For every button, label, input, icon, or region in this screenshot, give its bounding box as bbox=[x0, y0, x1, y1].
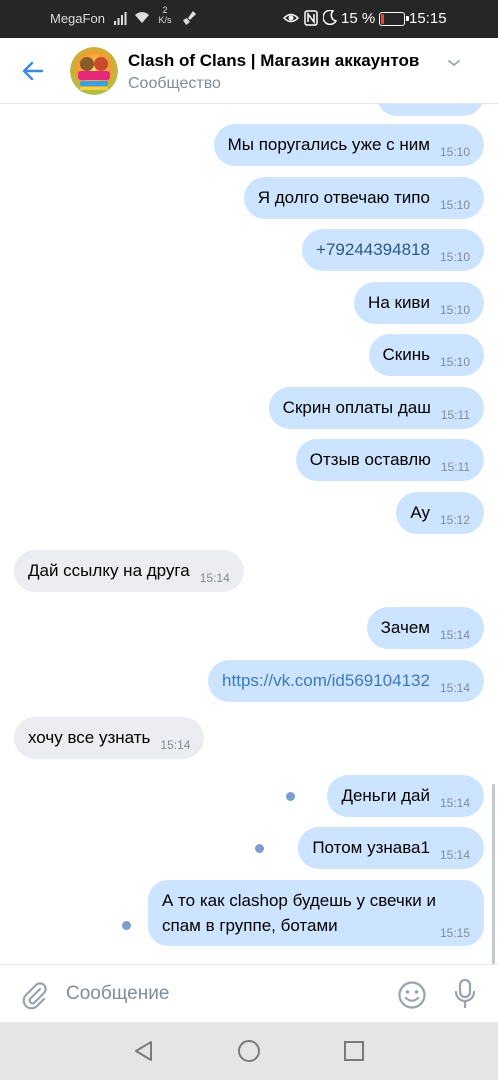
message-time: 15:15 bbox=[439, 926, 470, 940]
scrollbar[interactable] bbox=[492, 784, 495, 964]
message-bubble[interactable]: А то как clashop будешь у свечки и спам … bbox=[148, 880, 484, 946]
message-text: Потом узнава1 bbox=[312, 838, 430, 857]
message-time: 15:14 bbox=[439, 628, 470, 642]
message-time: 15:12 bbox=[439, 513, 470, 527]
message-bubble[interactable]: Скинь 15:10 bbox=[368, 334, 484, 376]
phone-link[interactable]: +79244394818 bbox=[316, 240, 430, 260]
battery-percent: 15 % bbox=[341, 10, 376, 27]
clash-logo-icon bbox=[70, 47, 118, 95]
message-text: Зачем bbox=[380, 618, 430, 637]
message-bubble[interactable]: Мы поругались уже с ним 15:10 bbox=[213, 124, 484, 166]
message-input[interactable] bbox=[66, 979, 376, 1009]
network-speed-unit: K/s bbox=[158, 15, 172, 25]
message-bubble-incoming[interactable]: Дай ссылку на друга 15:14 bbox=[14, 550, 244, 592]
network-speed-value: 2 bbox=[162, 5, 168, 15]
message-time: 15:11 bbox=[440, 408, 470, 422]
message-text-line1: А то как clashop будешь у свечки и bbox=[162, 891, 436, 910]
message-time: 15:14 bbox=[160, 738, 191, 752]
message-bubble[interactable]: Я долго отвечаю типо 15:10 bbox=[243, 177, 484, 219]
page-title[interactable]: Clash of Clans | Магазин аккаунтов bbox=[128, 51, 419, 71]
message-composer bbox=[0, 964, 498, 1022]
message-text: Отзыв оставлю bbox=[309, 450, 431, 469]
eye-icon bbox=[283, 13, 299, 23]
message-time: 15:10 bbox=[439, 145, 470, 159]
clock: 15:15 bbox=[409, 10, 447, 27]
wifi-icon bbox=[135, 12, 149, 23]
moon-icon bbox=[323, 10, 337, 25]
message-bubble-partial bbox=[376, 104, 484, 116]
unread-indicator bbox=[255, 844, 264, 853]
message-text: хочу все узнать bbox=[28, 728, 151, 747]
network-speed: 2 K/s bbox=[157, 5, 173, 25]
message-time: 15:14 bbox=[199, 571, 230, 585]
message-list[interactable]: Мы поругались уже с ним 15:10 Я долго от… bbox=[0, 104, 498, 964]
message-text: Скинь bbox=[382, 345, 430, 364]
message-bubble[interactable]: Зачем 15:14 bbox=[366, 607, 484, 649]
message-bubble[interactable]: Деньги дай 15:14 bbox=[327, 775, 484, 817]
message-time: 15:11 bbox=[440, 460, 470, 474]
message-bubble[interactable]: +79244394818 15:10 bbox=[302, 229, 484, 271]
carrier-name: MegaFon bbox=[50, 11, 105, 26]
message-bubble-incoming[interactable]: хочу все узнать 15:14 bbox=[14, 717, 205, 759]
battery-icon bbox=[379, 12, 409, 26]
message-text: Мы поругались уже с ним bbox=[227, 135, 430, 154]
message-time: 15:14 bbox=[439, 848, 470, 862]
battery-level bbox=[381, 14, 384, 24]
profile-link[interactable]: https://vk.com/id569104132 bbox=[222, 671, 430, 691]
chat-header: Clash of Clans | Магазин аккаунтов Сообщ… bbox=[0, 38, 498, 104]
message-text: Я долго отвечаю типо bbox=[257, 188, 430, 207]
message-bubble[interactable]: https://vk.com/id569104132 15:14 bbox=[208, 660, 484, 702]
chevron-down-icon[interactable] bbox=[447, 58, 461, 68]
message-time: 15:10 bbox=[439, 250, 470, 264]
paperclip-icon[interactable] bbox=[20, 980, 48, 1010]
unread-indicator bbox=[122, 921, 131, 930]
message-text: На киви bbox=[368, 293, 430, 312]
avatar[interactable] bbox=[70, 47, 118, 95]
message-time: 15:14 bbox=[439, 681, 470, 695]
system-navbar bbox=[0, 1022, 498, 1080]
microphone-icon[interactable] bbox=[453, 978, 477, 1010]
message-text-line2: спам в группе, ботами bbox=[162, 916, 338, 935]
message-text: Ау bbox=[410, 503, 430, 522]
unread-indicator bbox=[286, 792, 295, 801]
message-bubble[interactable]: Отзыв оставлю 15:11 bbox=[295, 439, 484, 481]
message-time: 15:10 bbox=[439, 303, 470, 317]
message-time: 15:10 bbox=[439, 355, 470, 369]
message-bubble[interactable]: Потом узнава1 15:14 bbox=[298, 827, 484, 869]
emoji-icon[interactable] bbox=[397, 980, 427, 1010]
cleaner-icon bbox=[183, 11, 196, 25]
message-time: 15:14 bbox=[439, 796, 470, 810]
arrow-left-icon[interactable] bbox=[20, 58, 46, 84]
message-time: 15:10 bbox=[439, 198, 470, 212]
signal-icon bbox=[114, 12, 127, 25]
message-text: Деньги дай bbox=[341, 786, 430, 805]
message-text: Скрин оплаты даш bbox=[282, 398, 431, 417]
message-bubble[interactable]: Ау 15:12 bbox=[396, 492, 484, 534]
page-subtitle: Сообщество bbox=[128, 75, 221, 92]
nav-recents-icon[interactable] bbox=[343, 1040, 365, 1062]
message-bubble[interactable]: Скрин оплаты даш 15:11 bbox=[268, 387, 484, 429]
status-bar: MegaFon 2 K/s 15 % 15:15 bbox=[0, 0, 498, 38]
message-bubble[interactable]: На киви 15:10 bbox=[354, 282, 484, 324]
nav-back-icon[interactable] bbox=[132, 1039, 154, 1063]
nfc-icon bbox=[304, 10, 318, 26]
nav-home-icon[interactable] bbox=[237, 1039, 261, 1063]
message-text: Дай ссылку на друга bbox=[28, 561, 190, 580]
